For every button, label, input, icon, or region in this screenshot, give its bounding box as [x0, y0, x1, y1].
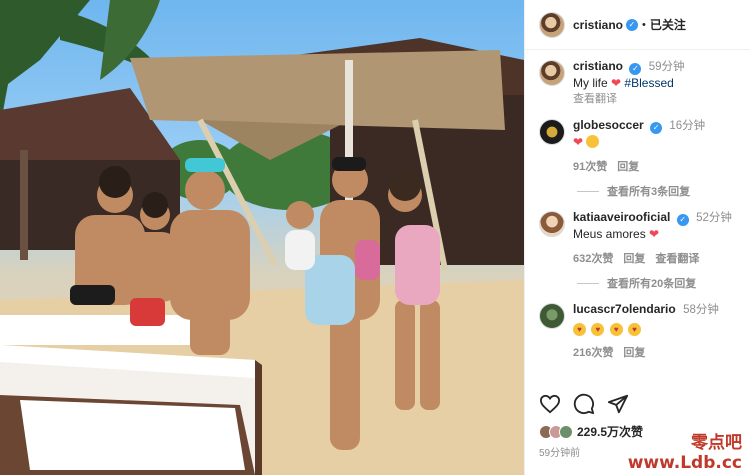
heart-eyes-emoji-icon: ♥	[591, 323, 605, 336]
heart-eyes-emoji-icon: ♥	[628, 323, 642, 336]
comment-reply-button[interactable]: 回复	[623, 250, 645, 266]
comment-time: 58分钟	[683, 304, 719, 316]
comment-text: Meus amores	[573, 227, 646, 241]
caption-username[interactable]: cristiano	[573, 59, 623, 73]
caption-hashtag[interactable]: #Blessed	[624, 76, 673, 90]
comment-avatar[interactable]	[539, 303, 565, 329]
comment-reply-button[interactable]: 回复	[623, 344, 645, 360]
family-beach-photo	[0, 0, 524, 475]
share-icon[interactable]	[607, 393, 629, 415]
watermark: 零点吧 www.Ldb.cc	[628, 435, 742, 472]
comment-time: 52分钟	[696, 212, 732, 224]
view-replies-link[interactable]: 查看所有20条回复	[577, 275, 740, 291]
comment-reply-button[interactable]: 回复	[617, 158, 639, 174]
verified-badge-icon: ✓	[650, 122, 663, 134]
comment-likes[interactable]: 632次赞	[573, 250, 613, 266]
comment-item: katiaaveirooficial ✓ 52分钟 Meus amores ❤ …	[539, 209, 740, 266]
posted-time: 59分钟前	[539, 448, 581, 459]
comment-avatar[interactable]	[539, 119, 565, 145]
post-side-panel: cristiano ✓ • 已关注 cristiano ✓ 59分钟 My li…	[524, 0, 750, 475]
comment-username[interactable]: katiaaveirooficial	[573, 210, 670, 224]
comment-emojis: ♥ ♥ ♥ ♥	[573, 318, 740, 336]
comment-emojis: ❤	[573, 134, 740, 150]
comment-likes[interactable]: 216次赞	[573, 344, 613, 360]
comment-item: globesoccer ✓ 16分钟 ❤ 91次赞 回复	[539, 117, 740, 174]
post-actions	[539, 393, 629, 415]
follow-state-button[interactable]: 已关注	[650, 16, 686, 33]
comment-likes[interactable]: 91次赞	[573, 158, 607, 174]
caption-time: 59分钟	[648, 61, 685, 73]
comment-username[interactable]: lucascr7olendario	[573, 302, 676, 316]
hugging-face-emoji-icon	[586, 135, 600, 148]
heart-emoji-icon: ❤	[649, 227, 660, 241]
post-header: cristiano ✓ • 已关注	[525, 0, 750, 50]
liker-avatar	[559, 424, 573, 439]
caption-text: My life	[573, 76, 608, 90]
verified-badge-icon: ✓	[626, 18, 639, 31]
comment-translate[interactable]: 查看翻译	[655, 250, 699, 266]
author-avatar[interactable]	[539, 11, 565, 38]
comment-username[interactable]: globesoccer	[573, 118, 644, 132]
heart-emoji-icon: ❤	[573, 135, 584, 149]
caption: cristiano ✓ 59分钟 My life ❤ #Blessed 查看翻译	[539, 58, 740, 107]
heart-eyes-emoji-icon: ♥	[609, 323, 623, 336]
separator-dot: •	[642, 18, 646, 31]
post-photo[interactable]	[0, 0, 524, 475]
verified-badge-icon: ✓	[676, 214, 689, 226]
view-replies-link[interactable]: 查看所有3条回复	[577, 183, 740, 199]
heart-emoji-icon: ❤	[611, 76, 622, 90]
comments-list: cristiano ✓ 59分钟 My life ❤ #Blessed 查看翻译…	[525, 50, 750, 412]
caption-avatar[interactable]	[539, 60, 565, 86]
comment-item: lucascr7olendario 58分钟 ♥ ♥ ♥ ♥ 216次赞 回复	[539, 301, 740, 360]
comment-time: 16分钟	[669, 120, 706, 132]
comment-avatar[interactable]	[539, 211, 565, 237]
caption-translate[interactable]: 查看翻译	[573, 91, 740, 107]
heart-icon[interactable]	[539, 394, 561, 414]
watermark-line2: www.Ldb.cc	[627, 453, 742, 473]
heart-eyes-emoji-icon: ♥	[573, 323, 586, 336]
watermark-line1: 零点吧	[691, 433, 742, 453]
author-username[interactable]: cristiano	[573, 18, 623, 32]
comment-icon[interactable]	[573, 393, 595, 415]
verified-badge-icon: ✓	[629, 63, 642, 75]
